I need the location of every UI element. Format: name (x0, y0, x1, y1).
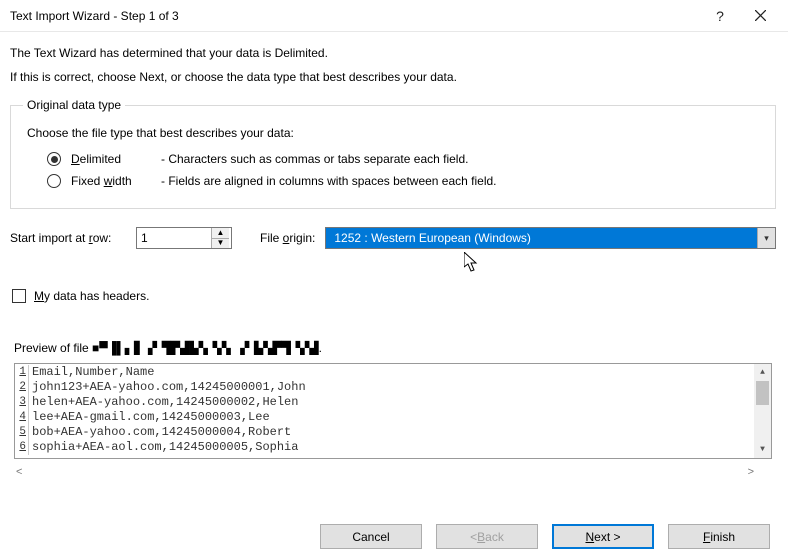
file-origin-label: File origin: (260, 231, 315, 245)
start-row-input[interactable] (137, 228, 211, 248)
radio-delimited[interactable] (47, 152, 61, 166)
close-button[interactable] (740, 0, 780, 32)
radio-fixed-desc: - Fields are aligned in columns with spa… (161, 174, 497, 188)
start-row-label: Start import at row: (10, 231, 126, 245)
intro-line-2: If this is correct, choose Next, or choo… (10, 66, 776, 98)
window-title: Text Import Wizard - Step 1 of 3 (10, 9, 700, 23)
finish-button[interactable]: Finish (668, 524, 770, 549)
preview-line: 5bob+AEA-yahoo.com,14245000004,Robert (15, 425, 771, 440)
headers-checkbox-row[interactable]: My data has headers. (12, 289, 776, 303)
spinner-up-icon[interactable]: ▲ (212, 228, 229, 239)
scroll-up-icon[interactable]: ▲ (754, 364, 771, 381)
preview-filename: ■▀▐▌▖▋▗▘▜▛▟▙▚▝▞▖▗▘▙▚▛▜▝▞▟. (92, 341, 322, 355)
preview-line: 2john123+AEA-yahoo.com,14245000001,John (15, 380, 771, 395)
scroll-thumb[interactable] (756, 381, 769, 405)
spinner-arrows[interactable]: ▲ ▼ (211, 228, 229, 248)
headers-checkbox-label: My data has headers. (34, 289, 149, 303)
radio-delimited-row[interactable]: Delimited - Characters such as commas or… (23, 150, 763, 172)
chevron-down-icon[interactable]: ▾ (757, 228, 775, 248)
preview-vscrollbar[interactable]: ▲ ▼ (754, 364, 771, 458)
preview-line: 6sophia+AEA-aol.com,14245000005,Sophia (15, 440, 771, 455)
radio-delimited-label: Delimited (71, 152, 155, 166)
radio-delimited-desc: - Characters such as commas or tabs sepa… (161, 152, 468, 166)
preview-lines: 1Email,Number,Name 2john123+AEA-yahoo.co… (15, 364, 771, 455)
button-row: Cancel < Back Next > Finish (0, 524, 788, 549)
radio-fixed-row[interactable]: Fixed width - Fields are aligned in colu… (23, 172, 763, 194)
original-data-type-group: Original data type Choose the file type … (10, 98, 776, 209)
scroll-left-icon[interactable]: < (16, 466, 22, 478)
spinner-down-icon[interactable]: ▼ (212, 239, 229, 249)
import-row-controls: Start import at row: ▲ ▼ File origin: 12… (10, 227, 776, 249)
radio-fixed-label: Fixed width (71, 174, 155, 188)
file-origin-dropdown[interactable]: 1252 : Western European (Windows) ▾ (325, 227, 776, 249)
scroll-track[interactable] (754, 381, 771, 441)
group-prompt: Choose the file type that best describes… (23, 122, 763, 150)
preview-line: 4lee+AEA-gmail.com,14245000003,Lee (15, 410, 771, 425)
scroll-down-icon[interactable]: ▼ (754, 441, 771, 458)
cancel-button[interactable]: Cancel (320, 524, 422, 549)
headers-checkbox[interactable] (12, 289, 26, 303)
group-legend: Original data type (23, 98, 125, 112)
help-button[interactable]: ? (700, 0, 740, 32)
file-origin-value: 1252 : Western European (Windows) (326, 228, 757, 248)
preview-hscrollbar[interactable]: < > (16, 463, 754, 480)
scroll-right-icon[interactable]: > (748, 466, 754, 478)
radio-fixed[interactable] (47, 174, 61, 188)
intro-line-1: The Text Wizard has determined that your… (10, 42, 776, 66)
titlebar: Text Import Wizard - Step 1 of 3 ? (0, 0, 788, 32)
preview-box: 1Email,Number,Name 2john123+AEA-yahoo.co… (14, 363, 772, 459)
start-row-spinner[interactable]: ▲ ▼ (136, 227, 232, 249)
preview-line: 1Email,Number,Name (15, 365, 771, 380)
back-button: < Back (436, 524, 538, 549)
dialog-content: The Text Wizard has determined that your… (0, 32, 788, 490)
next-button[interactable]: Next > (552, 524, 654, 549)
preview-line: 3helen+AEA-yahoo.com,14245000002,Helen (15, 395, 771, 410)
preview-label: Preview of file ■▀▐▌▖▋▗▘▜▛▟▙▚▝▞▖▗▘▙▚▛▜▝▞… (14, 341, 776, 355)
